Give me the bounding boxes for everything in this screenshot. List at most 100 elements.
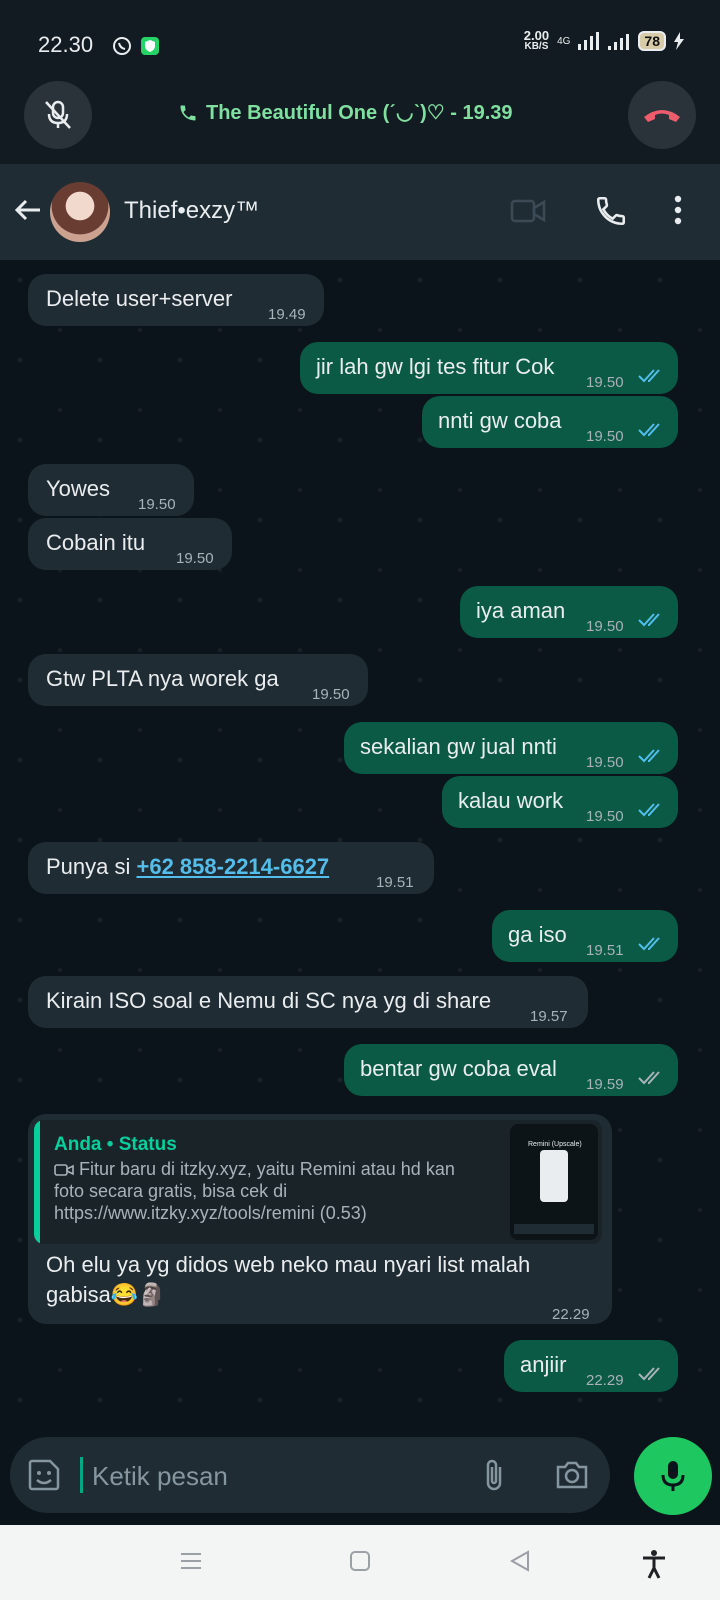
message-time: 19.49 — [268, 306, 306, 323]
composer — [0, 1435, 720, 1525]
video-call-icon[interactable] — [510, 196, 546, 226]
system-nav-bar — [0, 1525, 720, 1600]
thumbnail-phone — [540, 1150, 568, 1202]
message-text-prefix: Punya si — [46, 854, 137, 879]
message-time: 19.50 — [138, 496, 176, 513]
avatar[interactable] — [50, 182, 110, 242]
message-outgoing[interactable]: nnti gw coba 19.50 — [422, 396, 678, 448]
message-time: 19.50 — [586, 808, 624, 825]
contact-name[interactable]: Thief•exzy™ — [124, 197, 259, 225]
delivered-ticks-icon — [638, 1367, 660, 1381]
message-outgoing[interactable]: kalau work 19.50 — [442, 776, 678, 828]
message-text: Oh elu ya yg didos web neko mau nyari li… — [46, 1252, 531, 1307]
message-incoming[interactable]: Punya si +62 858-2214-6627 19.51 — [28, 842, 434, 894]
quote-accent-bar — [34, 1120, 40, 1244]
signal-icon — [578, 32, 600, 50]
message-input-box[interactable] — [10, 1437, 610, 1513]
message-outgoing[interactable]: jir lah gw lgi tes fitur Cok 19.50 — [300, 342, 678, 394]
message-time: 19.50 — [586, 754, 624, 771]
more-options-icon[interactable] — [672, 194, 684, 226]
chat-header: Thief•exzy™ — [0, 164, 720, 260]
message-text: Cobain itu — [46, 530, 146, 555]
read-ticks-icon — [638, 423, 660, 437]
thumbnail-bar — [514, 1224, 594, 1234]
phone-number-link[interactable]: +62 858-2214-6627 — [137, 854, 330, 879]
mic-icon — [661, 1461, 685, 1491]
message-input[interactable] — [90, 1457, 454, 1495]
message-outgoing[interactable]: bentar gw coba eval 19.59 — [344, 1044, 678, 1096]
message-incoming[interactable]: Yowes 19.50 — [28, 464, 194, 516]
message-time: 19.50 — [312, 686, 350, 703]
message-time: 19.50 — [586, 428, 624, 445]
mic-off-icon — [45, 100, 71, 129]
message-outgoing[interactable]: iya aman 19.50 — [460, 586, 678, 638]
status-time: 22.30 — [38, 32, 94, 57]
quote-title: Anda • Status — [54, 1134, 177, 1155]
message-incoming[interactable]: Delete user+server 19.49 — [28, 274, 324, 326]
whatsapp-icon — [113, 37, 131, 55]
message-text: Delete user+server — [46, 286, 233, 311]
back-arrow-icon[interactable] — [12, 194, 44, 226]
read-ticks-icon — [638, 749, 660, 763]
quote-body: Fitur baru di itzky.xyz, yaitu Remini at… — [54, 1158, 474, 1224]
read-ticks-icon — [638, 937, 660, 951]
message-text: Yowes — [46, 476, 111, 501]
status-thumbnail: Remini (Upscale) — [510, 1124, 598, 1240]
message-time: 19.50 — [586, 374, 624, 391]
status-bar: 22.30 2.00 KB/S 4G 78 — [0, 0, 720, 78]
camera-icon[interactable] — [554, 1459, 590, 1491]
message-outgoing[interactable]: sekalian gw jual nnti 19.50 — [344, 722, 678, 774]
phone-call-icon — [180, 105, 196, 120]
quote-body-text: Fitur baru di itzky.xyz, yaitu Remini at… — [54, 1159, 455, 1223]
shield-icon — [141, 37, 159, 55]
message-text: Kirain ISO soal e Nemu di SC nya yg di s… — [46, 988, 492, 1013]
mute-button[interactable] — [24, 81, 92, 149]
net-speed-value: 2.00 — [523, 28, 550, 43]
end-call-button[interactable] — [628, 81, 696, 149]
message-outgoing[interactable]: anjiir 22.29 — [504, 1340, 678, 1392]
sticker-emoji-icon[interactable] — [26, 1457, 62, 1493]
message-text: jir lah gw lgi tes fitur Cok — [316, 354, 555, 379]
message-incoming[interactable]: Gtw PLTA nya worek ga 19.50 — [28, 654, 368, 706]
call-info[interactable]: The Beautiful One (ˊ◡ˋ)♡ - 19.39 — [178, 100, 513, 125]
message-time: 22.29 — [586, 1372, 624, 1389]
message-text: iya aman — [476, 598, 566, 623]
read-ticks-icon — [638, 369, 660, 383]
battery-level: 78 — [644, 33, 660, 49]
status-notification-icons — [112, 36, 160, 56]
status-right: 2.00 KB/S 4G 78 — [523, 28, 684, 52]
message-time: 19.51 — [586, 942, 624, 959]
attach-icon[interactable] — [480, 1457, 510, 1493]
ongoing-call-bar[interactable]: The Beautiful One (ˊ◡ˋ)♡ - 19.39 — [0, 78, 720, 164]
message-text: kalau work — [458, 788, 564, 813]
message-incoming-reply[interactable]: Anda • Status Fitur baru di itzky.xyz, y… — [28, 1114, 612, 1324]
message-outgoing[interactable]: ga iso 19.51 — [492, 910, 678, 962]
voice-message-button[interactable] — [634, 1437, 712, 1515]
charging-icon — [674, 32, 684, 50]
network-type: 4G — [557, 35, 571, 47]
quoted-status[interactable]: Anda • Status Fitur baru di itzky.xyz, y… — [34, 1120, 602, 1244]
end-call-icon — [644, 110, 680, 122]
voice-call-icon[interactable] — [594, 194, 628, 228]
message-time: 19.51 — [376, 874, 414, 891]
battery-icon: 78 — [638, 31, 666, 51]
text-cursor — [80, 1457, 83, 1493]
accessibility-icon[interactable] — [640, 1549, 668, 1579]
message-text: ga iso — [508, 922, 567, 947]
message-text: sekalian gw jual nnti — [360, 734, 557, 759]
home-icon[interactable] — [348, 1549, 372, 1573]
signal-icon-2 — [608, 34, 630, 50]
message-time: 19.50 — [176, 550, 214, 567]
back-nav-icon[interactable] — [508, 1549, 532, 1573]
recent-apps-icon[interactable] — [178, 1549, 204, 1573]
read-ticks-icon — [638, 613, 660, 627]
message-incoming[interactable]: Cobain itu 19.50 — [28, 518, 232, 570]
message-text: Gtw PLTA nya worek ga — [46, 666, 279, 691]
net-speed: 2.00 KB/S — [523, 28, 550, 52]
message-incoming[interactable]: Kirain ISO soal e Nemu di SC nya yg di s… — [28, 976, 588, 1028]
delivered-ticks-icon — [638, 1071, 660, 1085]
message-time: 22.29 — [552, 1306, 590, 1323]
message-text: anjiir — [520, 1352, 567, 1377]
call-text: The Beautiful One (ˊ◡ˋ)♡ - 19.39 — [206, 102, 513, 124]
chat-area[interactable]: Delete user+server 19.49 jir lah gw lgi … — [0, 260, 720, 1435]
